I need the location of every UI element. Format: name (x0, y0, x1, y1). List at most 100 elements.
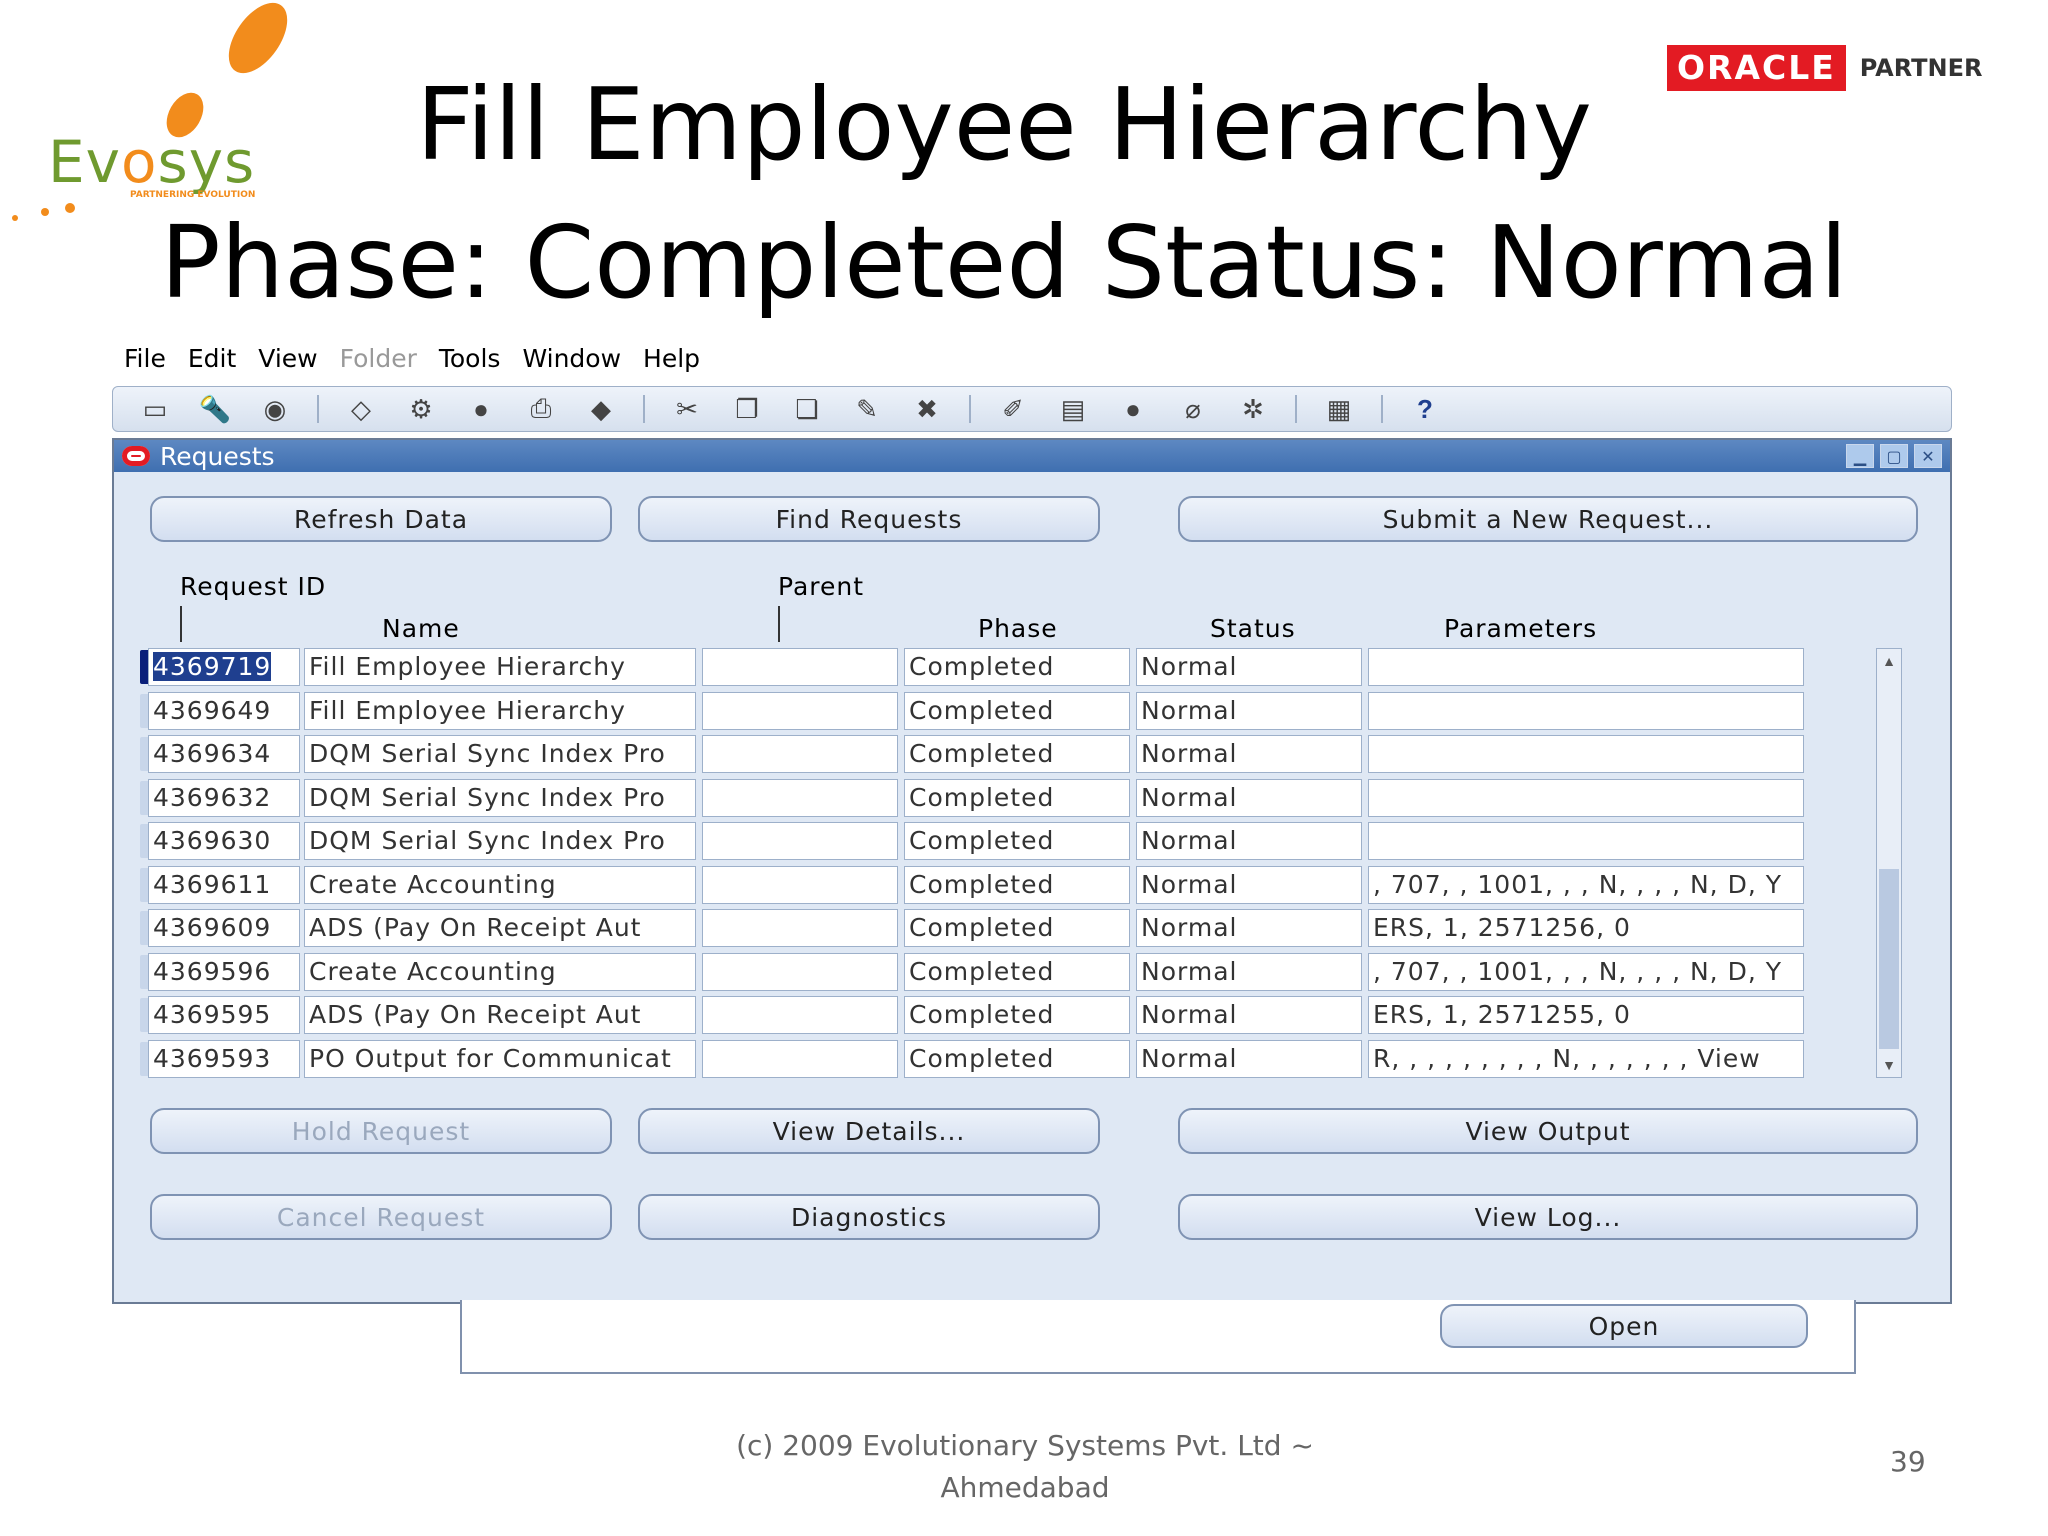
parent-cell[interactable] (702, 996, 898, 1034)
parent-cell[interactable] (702, 648, 898, 686)
request-id-cell[interactable]: 4369632 (148, 778, 300, 817)
phase-cell[interactable]: Completed (904, 909, 1130, 947)
name-cell[interactable]: ADS (Pay On Receipt Aut (304, 909, 696, 947)
name-cell[interactable]: Create Accounting (304, 952, 696, 991)
parent-cell[interactable] (702, 778, 898, 817)
status-cell[interactable]: Normal (1136, 909, 1362, 947)
navigator-icon[interactable]: ◉ (257, 394, 293, 424)
new-icon[interactable]: ▭ (137, 394, 173, 424)
phase-cell[interactable]: Completed (904, 952, 1130, 991)
name-cell[interactable]: DQM Serial Sync Index Pro (304, 735, 696, 773)
diagnostics-button[interactable]: Diagnostics (638, 1194, 1100, 1240)
edit-field-icon[interactable]: ✐ (995, 394, 1031, 424)
request-id-cell[interactable]: 4369609 (148, 909, 300, 947)
status-cell[interactable]: Normal (1136, 996, 1362, 1034)
menu-file[interactable]: File (124, 344, 166, 380)
parent-cell[interactable] (702, 822, 898, 860)
print-icon[interactable]: ⎙ (523, 393, 559, 424)
phase-cell[interactable]: Completed (904, 822, 1130, 860)
request-id-cell[interactable]: 4369719 (148, 648, 300, 686)
request-id-cell[interactable]: 4369634 (148, 735, 300, 773)
name-cell[interactable]: DQM Serial Sync Index Pro (304, 822, 696, 860)
status-cell[interactable]: Normal (1136, 778, 1362, 817)
parameters-cell[interactable]: , 707, , 1001, , , N, , , , N, D, Y (1368, 865, 1804, 904)
phase-cell[interactable]: Completed (904, 996, 1130, 1034)
scrollbar-thumb[interactable] (1879, 869, 1899, 1049)
folder-tools-icon[interactable]: ✲ (1235, 394, 1271, 424)
close-form-icon[interactable]: ◆ (583, 394, 619, 424)
menu-tools[interactable]: Tools (439, 344, 501, 380)
parent-cell[interactable] (702, 865, 898, 904)
menu-edit[interactable]: Edit (188, 344, 236, 380)
minimize-icon[interactable]: ▁ (1846, 444, 1874, 468)
phase-cell[interactable]: Completed (904, 778, 1130, 817)
zoom-icon[interactable]: ▤ (1055, 394, 1091, 424)
name-cell[interactable]: ADS (Pay On Receipt Aut (304, 996, 696, 1034)
request-id-cell[interactable]: 4369593 (148, 1039, 300, 1078)
help-icon[interactable]: ? (1407, 394, 1443, 424)
open-button[interactable]: Open (1440, 1304, 1808, 1348)
attachments-icon[interactable]: ⌀ (1175, 394, 1211, 424)
next-step-icon[interactable]: ⚙ (403, 394, 439, 424)
parameters-cell[interactable]: ERS, 1, 2571256, 0 (1368, 909, 1804, 947)
new-record-icon[interactable]: ✎ (849, 394, 885, 424)
parameters-cell[interactable] (1368, 735, 1804, 773)
print-preview-icon[interactable]: ● (463, 394, 499, 424)
copy-icon[interactable]: ❐ (729, 394, 765, 424)
menu-folder[interactable]: Folder (340, 344, 417, 380)
save-icon[interactable]: ◇ (343, 394, 379, 424)
name-cell[interactable]: Create Accounting (304, 865, 696, 904)
cancel-request-button[interactable]: Cancel Request (150, 1194, 612, 1240)
table-scrollbar[interactable]: ▲ ▼ (1876, 648, 1902, 1078)
request-id-cell[interactable]: 4369611 (148, 865, 300, 904)
parameters-cell[interactable] (1368, 822, 1804, 860)
name-cell[interactable]: DQM Serial Sync Index Pro (304, 778, 696, 817)
parameters-cell[interactable] (1368, 648, 1804, 686)
close-icon[interactable]: ✕ (1914, 444, 1942, 468)
status-cell[interactable]: Normal (1136, 822, 1362, 860)
parameters-cell[interactable]: , 707, , 1001, , , N, , , , N, D, Y (1368, 952, 1804, 991)
menu-window[interactable]: Window (522, 344, 621, 380)
scroll-down-icon[interactable]: ▼ (1877, 1053, 1901, 1077)
window-icon[interactable]: ▦ (1321, 394, 1357, 424)
submit-new-request-button[interactable]: Submit a New Request... (1178, 496, 1918, 542)
status-cell[interactable]: Normal (1136, 691, 1362, 730)
phase-cell[interactable]: Completed (904, 735, 1130, 773)
phase-cell[interactable]: Completed (904, 648, 1130, 686)
parent-cell[interactable] (702, 909, 898, 947)
name-cell[interactable]: Fill Employee Hierarchy (304, 691, 696, 730)
translations-icon[interactable]: ● (1115, 394, 1151, 424)
view-log-button[interactable]: View Log... (1178, 1194, 1918, 1240)
paste-icon[interactable]: ❏ (789, 394, 825, 424)
menu-help[interactable]: Help (643, 344, 700, 380)
status-cell[interactable]: Normal (1136, 952, 1362, 991)
parent-cell[interactable] (702, 1039, 898, 1078)
view-output-button[interactable]: View Output (1178, 1108, 1918, 1154)
find-icon[interactable]: 🔦 (197, 394, 233, 424)
parent-cell[interactable] (702, 691, 898, 730)
request-id-cell[interactable]: 4369596 (148, 952, 300, 991)
refresh-data-button[interactable]: Refresh Data (150, 496, 612, 542)
name-cell[interactable]: PO Output for Communicat (304, 1039, 696, 1078)
status-cell[interactable]: Normal (1136, 735, 1362, 773)
status-cell[interactable]: Normal (1136, 1039, 1362, 1078)
phase-cell[interactable]: Completed (904, 691, 1130, 730)
parameters-cell[interactable]: ERS, 1, 2571255, 0 (1368, 996, 1804, 1034)
phase-cell[interactable]: Completed (904, 865, 1130, 904)
parent-cell[interactable] (702, 735, 898, 773)
status-cell[interactable]: Normal (1136, 865, 1362, 904)
scroll-up-icon[interactable]: ▲ (1877, 649, 1901, 673)
hold-request-button[interactable]: Hold Request (150, 1108, 612, 1154)
parameters-cell[interactable] (1368, 778, 1804, 817)
request-id-cell[interactable]: 4369630 (148, 822, 300, 860)
find-requests-button[interactable]: Find Requests (638, 496, 1100, 542)
parent-cell[interactable] (702, 952, 898, 991)
phase-cell[interactable]: Completed (904, 1039, 1130, 1078)
request-id-cell[interactable]: 4369595 (148, 996, 300, 1034)
request-id-cell[interactable]: 4369649 (148, 691, 300, 730)
parameters-cell[interactable]: R, , , , , , , , , N, , , , , , , View (1368, 1039, 1804, 1078)
menu-view[interactable]: View (258, 344, 317, 380)
delete-record-icon[interactable]: ✖ (909, 394, 945, 424)
cut-icon[interactable]: ✂ (669, 394, 705, 424)
status-cell[interactable]: Normal (1136, 648, 1362, 686)
